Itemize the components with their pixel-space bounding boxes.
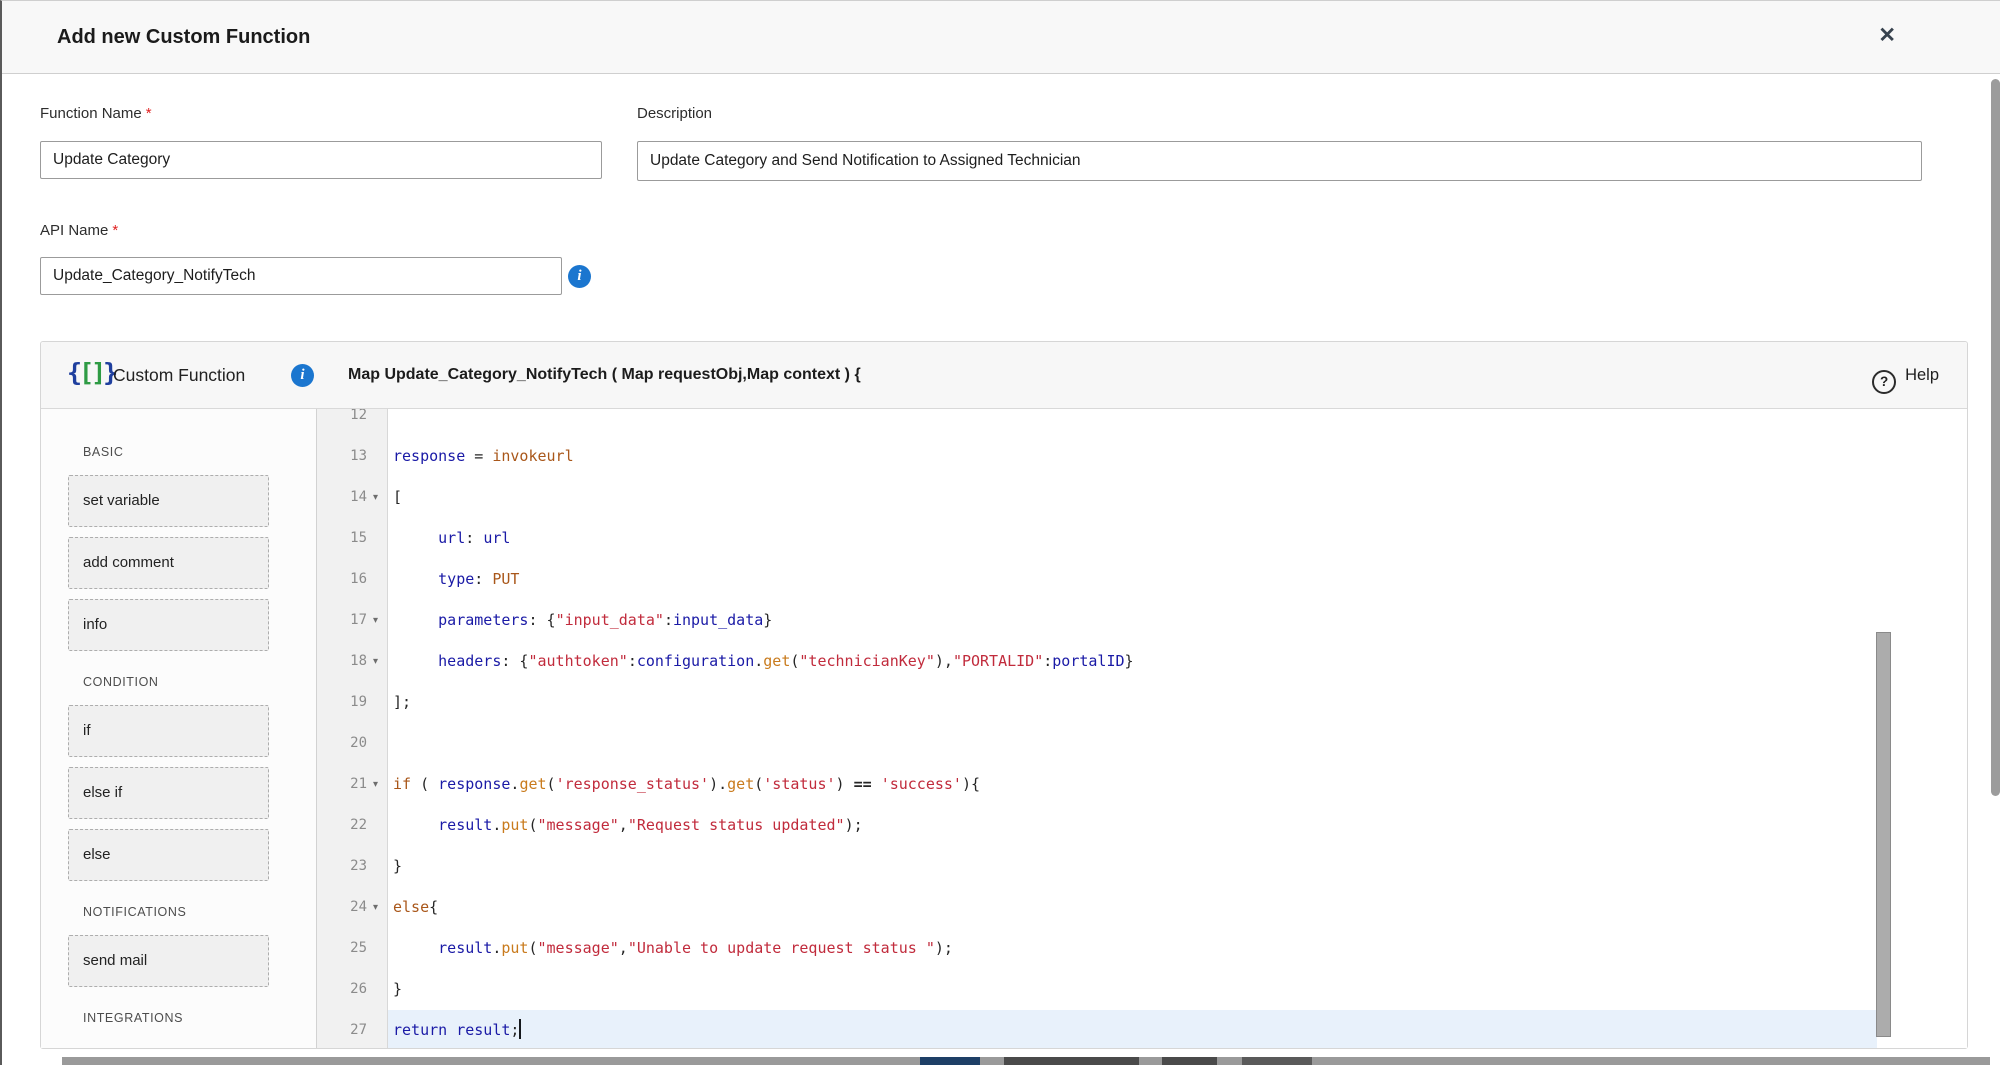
footer-button-fragment [1242,1057,1312,1065]
sidebar-group: NOTIFICATIONS send mail [68,905,316,987]
code-text[interactable]: ]; [393,682,1872,723]
line-number: 21 [317,764,367,805]
add-custom-function-dialog: Add new Custom Function ✕ Function Name*… [0,0,2000,1065]
function-name-label: Function Name* [40,105,152,122]
api-name-info-icon[interactable]: i [568,265,591,288]
line-number: 14 [317,477,367,518]
line-number: 23 [317,846,367,887]
code-editor[interactable]: 1213response = invokeurl14▾[15 url: url1… [317,409,1967,1048]
code-text[interactable]: result.put("message","Request status upd… [393,805,1872,846]
code-line: 25 result.put("message","Unable to updat… [317,928,1967,969]
help-link[interactable]: ?Help [1872,342,1939,409]
fold-arrow-icon[interactable]: ▾ [373,641,378,682]
sidebar-item-else[interactable]: else [68,829,269,881]
text-cursor [519,1019,521,1039]
function-signature: Map Update_Category_NotifyTech ( Map req… [348,342,861,408]
code-line: 23} [317,846,1967,887]
code-text[interactable]: } [393,846,1872,887]
dialog-title: Add new Custom Function [57,1,310,73]
custom-function-info-icon[interactable]: i [291,364,314,387]
line-number: 12 [317,409,367,436]
fold-arrow-icon[interactable]: ▾ [373,887,378,928]
footer-button-fragment [1162,1057,1217,1065]
code-line: 20 [317,723,1967,764]
custom-function-icon: {[]} [67,358,115,387]
fold-arrow-icon[interactable]: ▾ [373,477,378,518]
sidebar-group-heading: INTEGRATIONS [83,1011,316,1025]
api-name-input[interactable] [40,257,562,295]
editor-scrollbar-thumb[interactable] [1876,632,1891,1037]
function-name-input[interactable] [40,141,602,179]
footer-button-fragment [920,1057,980,1065]
code-text[interactable]: else{ [393,887,1872,928]
sidebar-group-heading: BASIC [83,445,316,459]
code-line: 17▾ parameters: {"input_data":input_data… [317,600,1967,641]
dialog-header: Add new Custom Function ✕ [2,1,2000,74]
code-text[interactable]: if ( response.get('response_status').get… [393,764,1872,805]
line-number: 24 [317,887,367,928]
line-number: 25 [317,928,367,969]
sidebar-group-heading: NOTIFICATIONS [83,905,316,919]
line-number: 19 [317,682,367,723]
line-number: 18 [317,641,367,682]
sidebar-item-add-comment[interactable]: add comment [68,537,269,589]
line-number: 13 [317,436,367,477]
line-number: 26 [317,969,367,1010]
description-label: Description [637,105,712,122]
line-number: 22 [317,805,367,846]
fold-arrow-icon[interactable]: ▾ [373,600,378,641]
sidebar-item-if[interactable]: if [68,705,269,757]
required-marker: * [146,105,152,122]
panel-title: Custom Function [113,342,245,408]
code-line: 15 url: url [317,518,1967,559]
sidebar-group-heading: CONDITION [83,675,316,689]
line-number: 20 [317,723,367,764]
code-line: 14▾ [ [317,477,1967,518]
fold-arrow-icon[interactable]: ▾ [373,764,378,805]
code-line: 13 response = invokeurl [317,436,1967,477]
code-line: 26} [317,969,1967,1010]
panel-header: {[]} Custom Function i Map Update_Catego… [41,342,1967,409]
clipped-footer-buttons [62,1057,1990,1065]
code-text[interactable]: result.put("message","Unable to update r… [393,928,1872,969]
code-line: 22 result.put("message","Request status … [317,805,1967,846]
code-line: 12 [317,409,1967,436]
api-name-label: API Name* [40,222,118,239]
code-text[interactable]: url: url [393,518,1872,559]
code-text[interactable]: headers: {"authtoken":configuration.get(… [393,641,1872,682]
footer-button-fragment [1004,1057,1139,1065]
sidebar-item-else-if[interactable]: else if [68,767,269,819]
sidebar-group: BASIC set variable add comment info [68,445,316,651]
code-lines: 1213response = invokeurl14▾[15 url: url1… [317,409,1967,1048]
code-line: 18▾ headers: {"authtoken":configuration.… [317,641,1967,682]
code-text[interactable]: [ [393,477,1872,518]
required-marker: * [112,222,118,239]
line-number: 15 [317,518,367,559]
sidebar-item-info[interactable]: info [68,599,269,651]
code-line: 16 type: PUT [317,559,1967,600]
sidebar-item-set-variable[interactable]: set variable [68,475,269,527]
code-text[interactable]: type: PUT [393,559,1872,600]
snippet-sidebar: BASIC set variable add comment info CONDITIO… [41,409,317,1048]
code-line: 24▾ else{ [317,887,1967,928]
code-line: 27 return result; [317,1010,1967,1048]
description-input[interactable] [637,141,1922,181]
code-text[interactable]: } [393,969,1872,1010]
help-icon: ? [1872,370,1896,394]
line-number: 17 [317,600,367,641]
code-line: 21▾ if ( response.get('response_status').… [317,764,1967,805]
custom-function-panel: {[]} Custom Function i Map Update_Catego… [40,341,1968,1049]
sidebar-group: CONDITION if else if else [68,675,316,881]
dialog-scrollbar-thumb[interactable] [1991,79,2000,796]
code-text[interactable]: response = invokeurl [393,436,1872,477]
line-number: 27 [317,1010,367,1048]
code-text[interactable]: return result; [393,1010,1872,1048]
code-text[interactable]: parameters: {"input_data":input_data} [393,600,1872,641]
sidebar-group: INTEGRATIONS [68,1011,316,1025]
code-line: 19]; [317,682,1967,723]
sidebar-item-send-mail[interactable]: send mail [68,935,269,987]
close-icon[interactable]: ✕ [1878,20,1896,52]
line-number: 16 [317,559,367,600]
